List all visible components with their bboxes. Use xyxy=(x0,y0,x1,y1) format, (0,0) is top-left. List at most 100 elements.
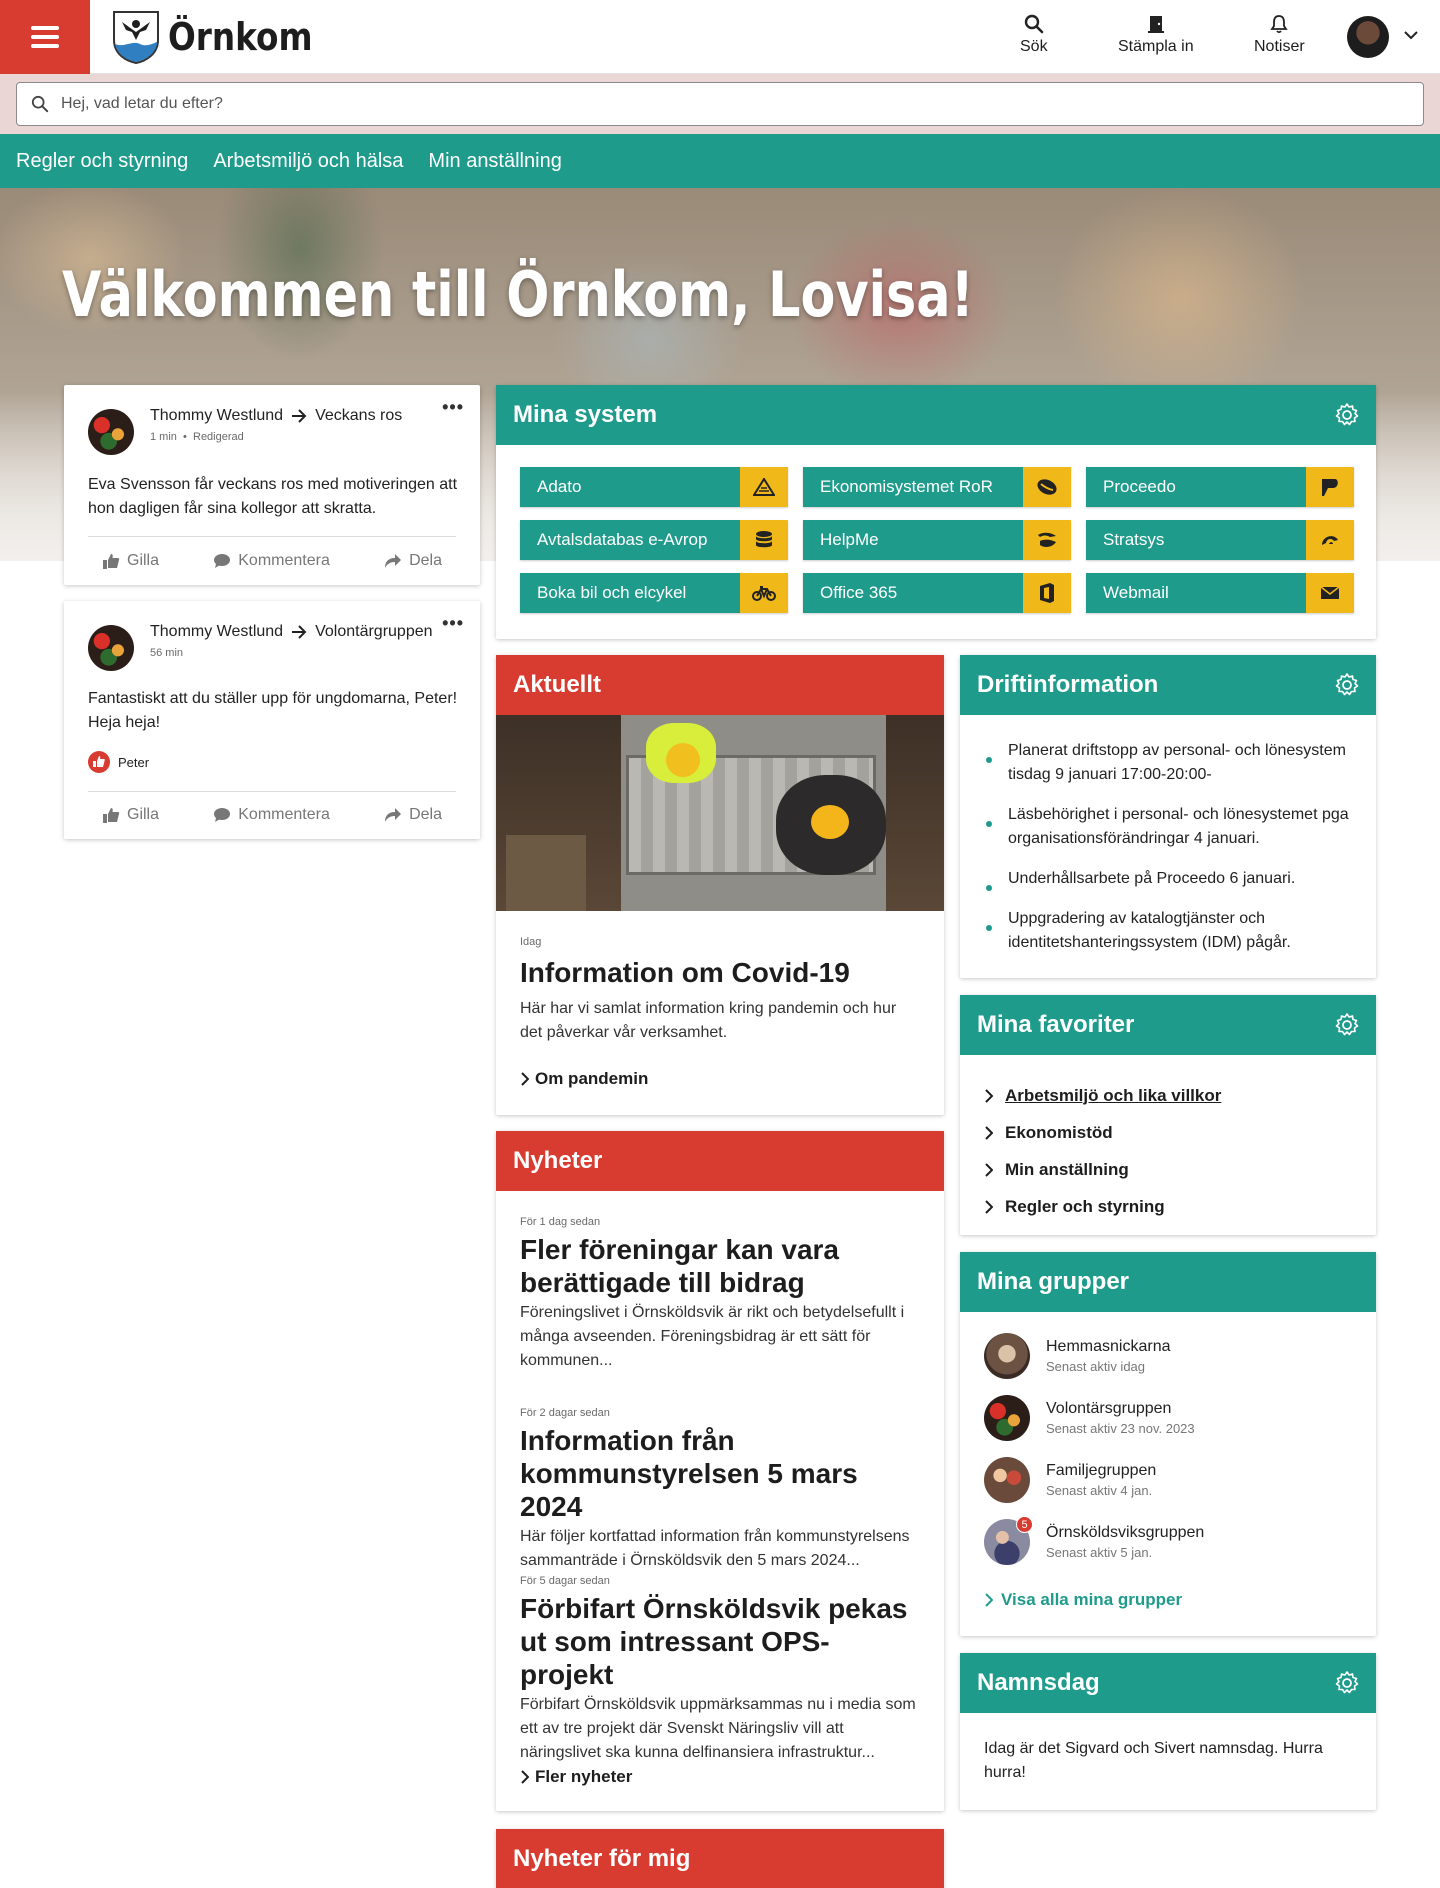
feed-post: Thommy Westlund Volontärgruppen 56 min •… xyxy=(64,601,480,839)
helpme-icon xyxy=(1023,520,1071,560)
chevron-right-icon xyxy=(985,1088,993,1103)
show-all-groups-link[interactable]: Visa alla mina grupper xyxy=(984,1590,1182,1610)
drift-card: Driftinformation Planerat driftstopp av … xyxy=(960,655,1376,978)
favorite-label: Min anställning xyxy=(1005,1159,1129,1179)
nav-item-regler[interactable]: Regler och styrning xyxy=(16,150,188,173)
gear-icon[interactable] xyxy=(1334,672,1360,698)
news-item[interactable]: För 2 dagar sedan Information från kommu… xyxy=(520,1407,920,1573)
dot-separator: • xyxy=(179,431,193,443)
search-icon xyxy=(31,95,49,113)
divider xyxy=(88,536,456,537)
avatar: 5 xyxy=(984,1516,1033,1565)
system-tile-office[interactable]: Office 365 xyxy=(803,573,1071,613)
post-author-line: Thommy Westlund Volontärgruppen xyxy=(150,623,433,641)
gear-icon[interactable] xyxy=(1334,1012,1360,1038)
system-label: Proceedo xyxy=(1103,477,1176,496)
comment-icon xyxy=(214,554,231,568)
system-tile-avtalsdatabas[interactable]: Avtalsdatabas e-Avrop xyxy=(520,520,788,560)
search-input[interactable] xyxy=(61,95,1361,113)
stamp-in-label: Stämpla in xyxy=(1118,38,1194,55)
more-options-icon[interactable]: ••• xyxy=(442,397,464,418)
news-item[interactable]: För 5 dagar sedan Förbifart Örnsköldsvik… xyxy=(520,1575,920,1765)
news-title: Nyheter xyxy=(513,1147,603,1174)
group-name: Familjegruppen xyxy=(1046,1462,1157,1479)
gear-icon[interactable] xyxy=(1334,402,1360,428)
search-action[interactable]: Sök xyxy=(1020,14,1048,56)
more-news-link[interactable]: Fler nyheter xyxy=(520,1767,632,1787)
post-edited: Redigerad xyxy=(193,431,244,443)
system-tile-proceedo[interactable]: Proceedo xyxy=(1086,467,1354,507)
nav-item-anstallning[interactable]: Min anställning xyxy=(428,150,561,173)
post-meta: 56 min xyxy=(150,647,183,659)
more-options-icon[interactable]: ••• xyxy=(442,613,464,634)
system-tile-ekonomi[interactable]: Ekonomisystemet RoR xyxy=(803,467,1071,507)
comment-button[interactable]: Kommentera xyxy=(213,552,330,570)
system-tile-webmail[interactable]: Webmail xyxy=(1086,573,1354,613)
chevron-down-icon[interactable] xyxy=(1404,30,1418,40)
stamp-in-action[interactable]: Stämpla in xyxy=(1118,14,1194,56)
chevron-right-icon xyxy=(985,1125,993,1140)
news-item-summary: Förbifart Örnsköldsvik uppmärksammas nu … xyxy=(520,1696,916,1761)
article-image[interactable] xyxy=(496,715,944,911)
news-item-when: För 1 dag sedan xyxy=(520,1216,601,1228)
group-item[interactable]: Volontärsgruppen Senast aktiv 23 nov. 202… xyxy=(984,1395,1195,1441)
system-tile-stratsys[interactable]: Stratsys xyxy=(1086,520,1354,560)
favorite-item[interactable]: Regler och styrning xyxy=(984,1188,1221,1225)
liker-name: Peter xyxy=(118,754,150,770)
comment-label: Kommentera xyxy=(238,806,330,823)
name-day-card: Namnsdag Idag är det Sigvard och Sivert … xyxy=(960,1653,1376,1810)
avatar[interactable] xyxy=(88,625,134,671)
comment-button[interactable]: Kommentera xyxy=(213,806,330,824)
favorite-item[interactable]: Arbetsmiljö och lika villkor xyxy=(984,1077,1221,1114)
systems-card-header: Mina system xyxy=(496,385,1376,445)
news-item-headline[interactable]: Förbifart Örnsköldsvik pekas ut som intr… xyxy=(520,1592,920,1691)
notification-badge: 5 xyxy=(1016,1516,1033,1533)
system-label: Webmail xyxy=(1103,583,1169,602)
avatar[interactable] xyxy=(88,409,134,455)
system-tile-helpme[interactable]: HelpMe xyxy=(803,520,1071,560)
news-item-headline[interactable]: Information från kommunstyrelsen 5 mars … xyxy=(520,1424,920,1523)
post-author[interactable]: Thommy Westlund xyxy=(150,623,283,641)
drift-item: Underhållsarbete på Proceedo 6 januari. xyxy=(984,867,1374,891)
system-tile-boka-bil[interactable]: Boka bil och elcykel xyxy=(520,573,788,613)
news-item-headline[interactable]: Fler föreningar kan vara berättigade til… xyxy=(520,1233,920,1299)
post-target[interactable]: Volontärgruppen xyxy=(315,623,432,641)
favorite-item[interactable]: Min anställning xyxy=(984,1151,1221,1188)
groups-title: Mina grupper xyxy=(977,1268,1130,1295)
group-last-active: Senast aktiv 23 nov. 2023 xyxy=(1046,1421,1195,1436)
system-label: Avtalsdatabas e-Avrop xyxy=(537,530,708,549)
notifications-action[interactable]: Notiser xyxy=(1254,14,1305,56)
post-target[interactable]: Veckans ros xyxy=(315,407,402,425)
like-button[interactable]: Gilla xyxy=(102,552,159,570)
group-item[interactable]: 5 Örnsköldsviksgruppen Senast aktiv 5 jan… xyxy=(984,1516,1204,1565)
chevron-right-icon xyxy=(521,1072,529,1086)
gear-icon[interactable] xyxy=(1334,1670,1360,1696)
news-item[interactable]: För 1 dag sedan Fler föreningar kan vara… xyxy=(520,1216,920,1373)
news-for-me-header: Nyheter för mig xyxy=(496,1829,944,1888)
logo[interactable]: Örnkom xyxy=(112,10,336,64)
share-button[interactable]: Dela xyxy=(384,806,442,824)
group-name: Hemmasnickarna xyxy=(1046,1338,1171,1355)
favorite-item[interactable]: Ekonomistöd xyxy=(984,1114,1221,1151)
post-author[interactable]: Thommy Westlund xyxy=(150,407,283,425)
like-button[interactable]: Gilla xyxy=(102,806,159,824)
image-detail xyxy=(811,805,849,839)
favorite-label: Ekonomistöd xyxy=(1005,1122,1113,1142)
group-last-active: Senast aktiv 5 jan. xyxy=(1046,1545,1153,1560)
system-tile-adato[interactable]: Adato xyxy=(520,467,788,507)
group-item[interactable]: Familjegruppen Senast aktiv 4 jan. xyxy=(984,1457,1156,1503)
article-headline[interactable]: Information om Covid-19 xyxy=(520,956,920,989)
post-actions: Gilla Kommentera Dela xyxy=(88,806,456,824)
menu-button[interactable] xyxy=(0,0,90,74)
name-day-header: Namnsdag xyxy=(960,1653,1376,1713)
more-link[interactable]: Om pandemin xyxy=(520,1069,648,1089)
post-likers[interactable]: Peter xyxy=(88,751,149,773)
system-label: Office 365 xyxy=(820,583,898,602)
group-item[interactable]: Hemmasnickarna Senast aktiv idag xyxy=(984,1333,1170,1379)
aktuellt-title: Aktuellt xyxy=(513,671,602,698)
user-avatar[interactable] xyxy=(1347,16,1389,58)
share-button[interactable]: Dela xyxy=(384,552,442,570)
chevron-right-icon xyxy=(985,1199,993,1214)
thumbs-up-icon xyxy=(103,554,120,569)
nav-item-arbetsmiljo[interactable]: Arbetsmiljö och hälsa xyxy=(213,150,403,173)
